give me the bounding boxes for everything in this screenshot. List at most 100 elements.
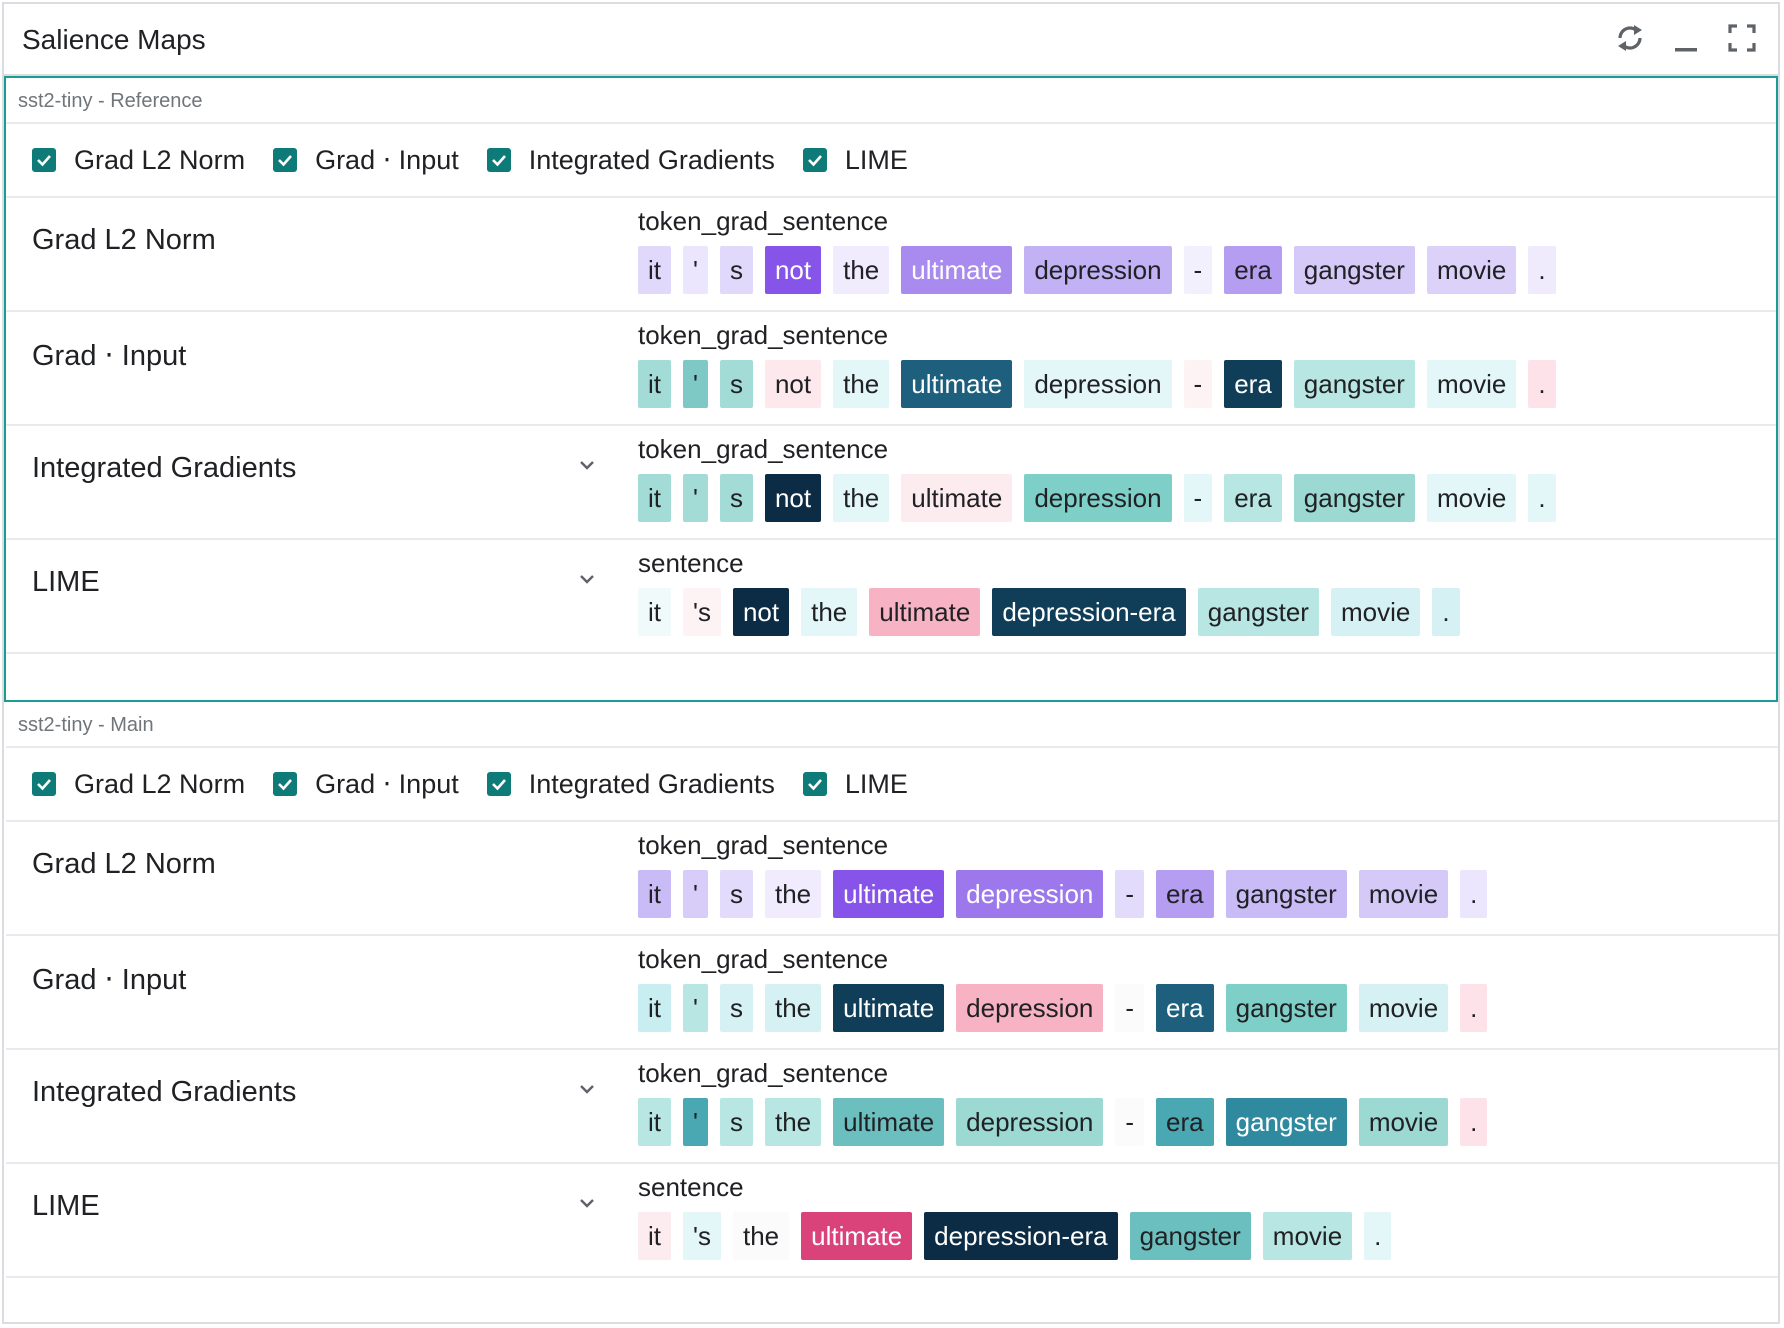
- token-chip: the: [801, 588, 858, 636]
- chevron-down-icon[interactable]: [576, 1078, 598, 1100]
- token-chip: ultimate: [833, 984, 945, 1032]
- model-label: sst2-tiny - Reference: [6, 78, 1776, 124]
- token-chip: ultimate: [901, 474, 1013, 522]
- token-list: it'snottheultimatedepression-eragangster…: [638, 246, 1568, 294]
- token-chip: it: [638, 588, 671, 636]
- checkbox-label: LIME: [844, 768, 908, 799]
- chevron-down-icon[interactable]: [576, 1192, 598, 1214]
- token-chip: the: [764, 1098, 822, 1146]
- checkbox-grad-l2-norm[interactable]: Grad L2 Norm: [32, 769, 245, 800]
- token-chip: it: [638, 1098, 671, 1146]
- token-chip: gangster: [1225, 1098, 1347, 1146]
- checkbox-label: LIME: [844, 144, 908, 175]
- token-chip: ': [683, 246, 708, 294]
- token-list: it'snottheultimatedepression-eragangster…: [638, 474, 1568, 522]
- token-chip: -: [1115, 984, 1145, 1032]
- token-chip: gangster: [1293, 246, 1415, 294]
- field-name: token_grad_sentence: [638, 944, 889, 974]
- token-chip: ultimate: [869, 588, 981, 636]
- token-chip: movie: [1426, 474, 1517, 522]
- token-chip: it: [638, 360, 671, 408]
- token-chip: gangster: [1197, 588, 1319, 636]
- checkbox-grad-l2-norm[interactable]: Grad L2 Norm: [32, 145, 245, 176]
- method-name: Grad ⋅ Input: [32, 964, 187, 996]
- token-chip: .: [1460, 1098, 1488, 1146]
- checkbox-label: Grad ⋅ Input: [315, 144, 459, 175]
- token-chip: s: [719, 246, 753, 294]
- checkbox-grad-input[interactable]: Grad ⋅ Input: [273, 769, 459, 800]
- token-chip: movie: [1330, 588, 1421, 636]
- token-list: it'stheultimatedepression-eragangstermov…: [638, 1212, 1403, 1260]
- token-chip: the: [764, 984, 822, 1032]
- field-name: sentence: [638, 1172, 744, 1202]
- token-list: it'stheultimatedepression-eragangstermov…: [638, 1098, 1499, 1146]
- checkbox-integrated-gradients[interactable]: Integrated Gradients: [486, 145, 775, 176]
- token-chip: not: [764, 360, 822, 408]
- checkbox-checked-icon[interactable]: [273, 148, 298, 172]
- token-chip: era: [1224, 360, 1282, 408]
- chevron-down-icon[interactable]: [576, 454, 598, 476]
- reference-group: sst2-tiny - Reference Grad L2 Norm Grad ⋅ …: [4, 76, 1778, 702]
- checkbox-label: Integrated Gradients: [528, 768, 775, 799]
- field-name: token_grad_sentence: [638, 320, 889, 350]
- checkbox-lime[interactable]: LIME: [802, 144, 908, 176]
- token-chip: ': [683, 474, 708, 522]
- token-chip: it: [638, 246, 671, 294]
- token-chip: not: [764, 474, 822, 522]
- salience-row-integrated-gradients: Integrated Gradients token_grad_sentence i…: [6, 426, 1776, 540]
- token-chip: movie: [1262, 1212, 1353, 1260]
- token-list: it'snottheultimatedepression-eragangster…: [638, 588, 1472, 636]
- token-chip: -: [1183, 474, 1213, 522]
- fullscreen-icon[interactable]: [1724, 18, 1760, 58]
- method-checkboxes: Grad L2 Norm Grad ⋅ Input Integrated Gradi…: [6, 748, 1778, 822]
- checkbox-checked-icon[interactable]: [32, 772, 56, 796]
- field-name: token_grad_sentence: [638, 830, 889, 860]
- token-chip: -: [1115, 1098, 1145, 1146]
- token-chip: movie: [1426, 360, 1517, 408]
- module-title: Salience Maps: [22, 24, 206, 55]
- field-name: token_grad_sentence: [638, 434, 889, 464]
- token-chip: 's: [683, 588, 721, 636]
- method-name: Grad ⋅ Input: [32, 340, 187, 372]
- chevron-down-icon[interactable]: [576, 568, 598, 590]
- token-chip: the: [833, 360, 890, 408]
- salience-row-grad-l2-norm: Grad L2 Norm token_grad_sentence it ' s not th…: [6, 198, 1776, 312]
- token-chip: depression-era: [924, 1212, 1118, 1260]
- token-chip: gangster: [1293, 360, 1415, 408]
- minimize-icon[interactable]: [1668, 18, 1704, 58]
- token-chip: era: [1156, 1098, 1214, 1146]
- checkbox-checked-icon[interactable]: [32, 148, 56, 172]
- field-name: token_grad_sentence: [638, 1058, 889, 1088]
- checkbox-checked-icon[interactable]: [802, 148, 827, 172]
- checkbox-checked-icon[interactable]: [486, 148, 511, 172]
- token-chip: era: [1156, 984, 1214, 1032]
- token-chip: .: [1528, 360, 1556, 408]
- salience-row-integrated-gradients: Integrated Gradients token_grad_sentence i…: [6, 1050, 1778, 1164]
- token-chip: not: [732, 588, 790, 636]
- token-list: it'stheultimatedepression-eragangstermov…: [638, 870, 1499, 918]
- main-group: sst2-tiny - Main Grad L2 Norm Grad ⋅ Input…: [4, 702, 1778, 1322]
- token-chip: not: [764, 246, 822, 294]
- token-chip: depression: [1024, 246, 1172, 294]
- checkbox-integrated-gradients[interactable]: Integrated Gradients: [486, 768, 775, 800]
- method-checkboxes: Grad L2 Norm Grad ⋅ Input Integrated Gradi…: [6, 124, 1776, 198]
- checkbox-checked-icon[interactable]: [802, 772, 827, 796]
- token-chip: ultimate: [901, 360, 1013, 408]
- method-name: LIME: [32, 1190, 100, 1222]
- token-chip: it: [638, 870, 671, 918]
- token-chip: depression: [1024, 360, 1172, 408]
- token-chip: .: [1364, 1212, 1392, 1260]
- checkbox-label: Grad L2 Norm: [74, 144, 246, 175]
- checkbox-checked-icon[interactable]: [273, 772, 298, 796]
- token-chip: movie: [1358, 1098, 1449, 1146]
- token-chip: .: [1460, 870, 1488, 918]
- checkbox-label: Grad L2 Norm: [74, 768, 246, 799]
- checkbox-checked-icon[interactable]: [486, 772, 511, 796]
- checkbox-lime[interactable]: LIME: [802, 768, 908, 800]
- checkbox-label: Grad ⋅ Input: [315, 768, 459, 799]
- checkbox-grad-input[interactable]: Grad ⋅ Input: [273, 145, 459, 176]
- refresh-icon[interactable]: [1612, 18, 1648, 58]
- token-chip: s: [719, 360, 753, 408]
- token-chip: .: [1432, 588, 1460, 636]
- token-chip: .: [1528, 246, 1556, 294]
